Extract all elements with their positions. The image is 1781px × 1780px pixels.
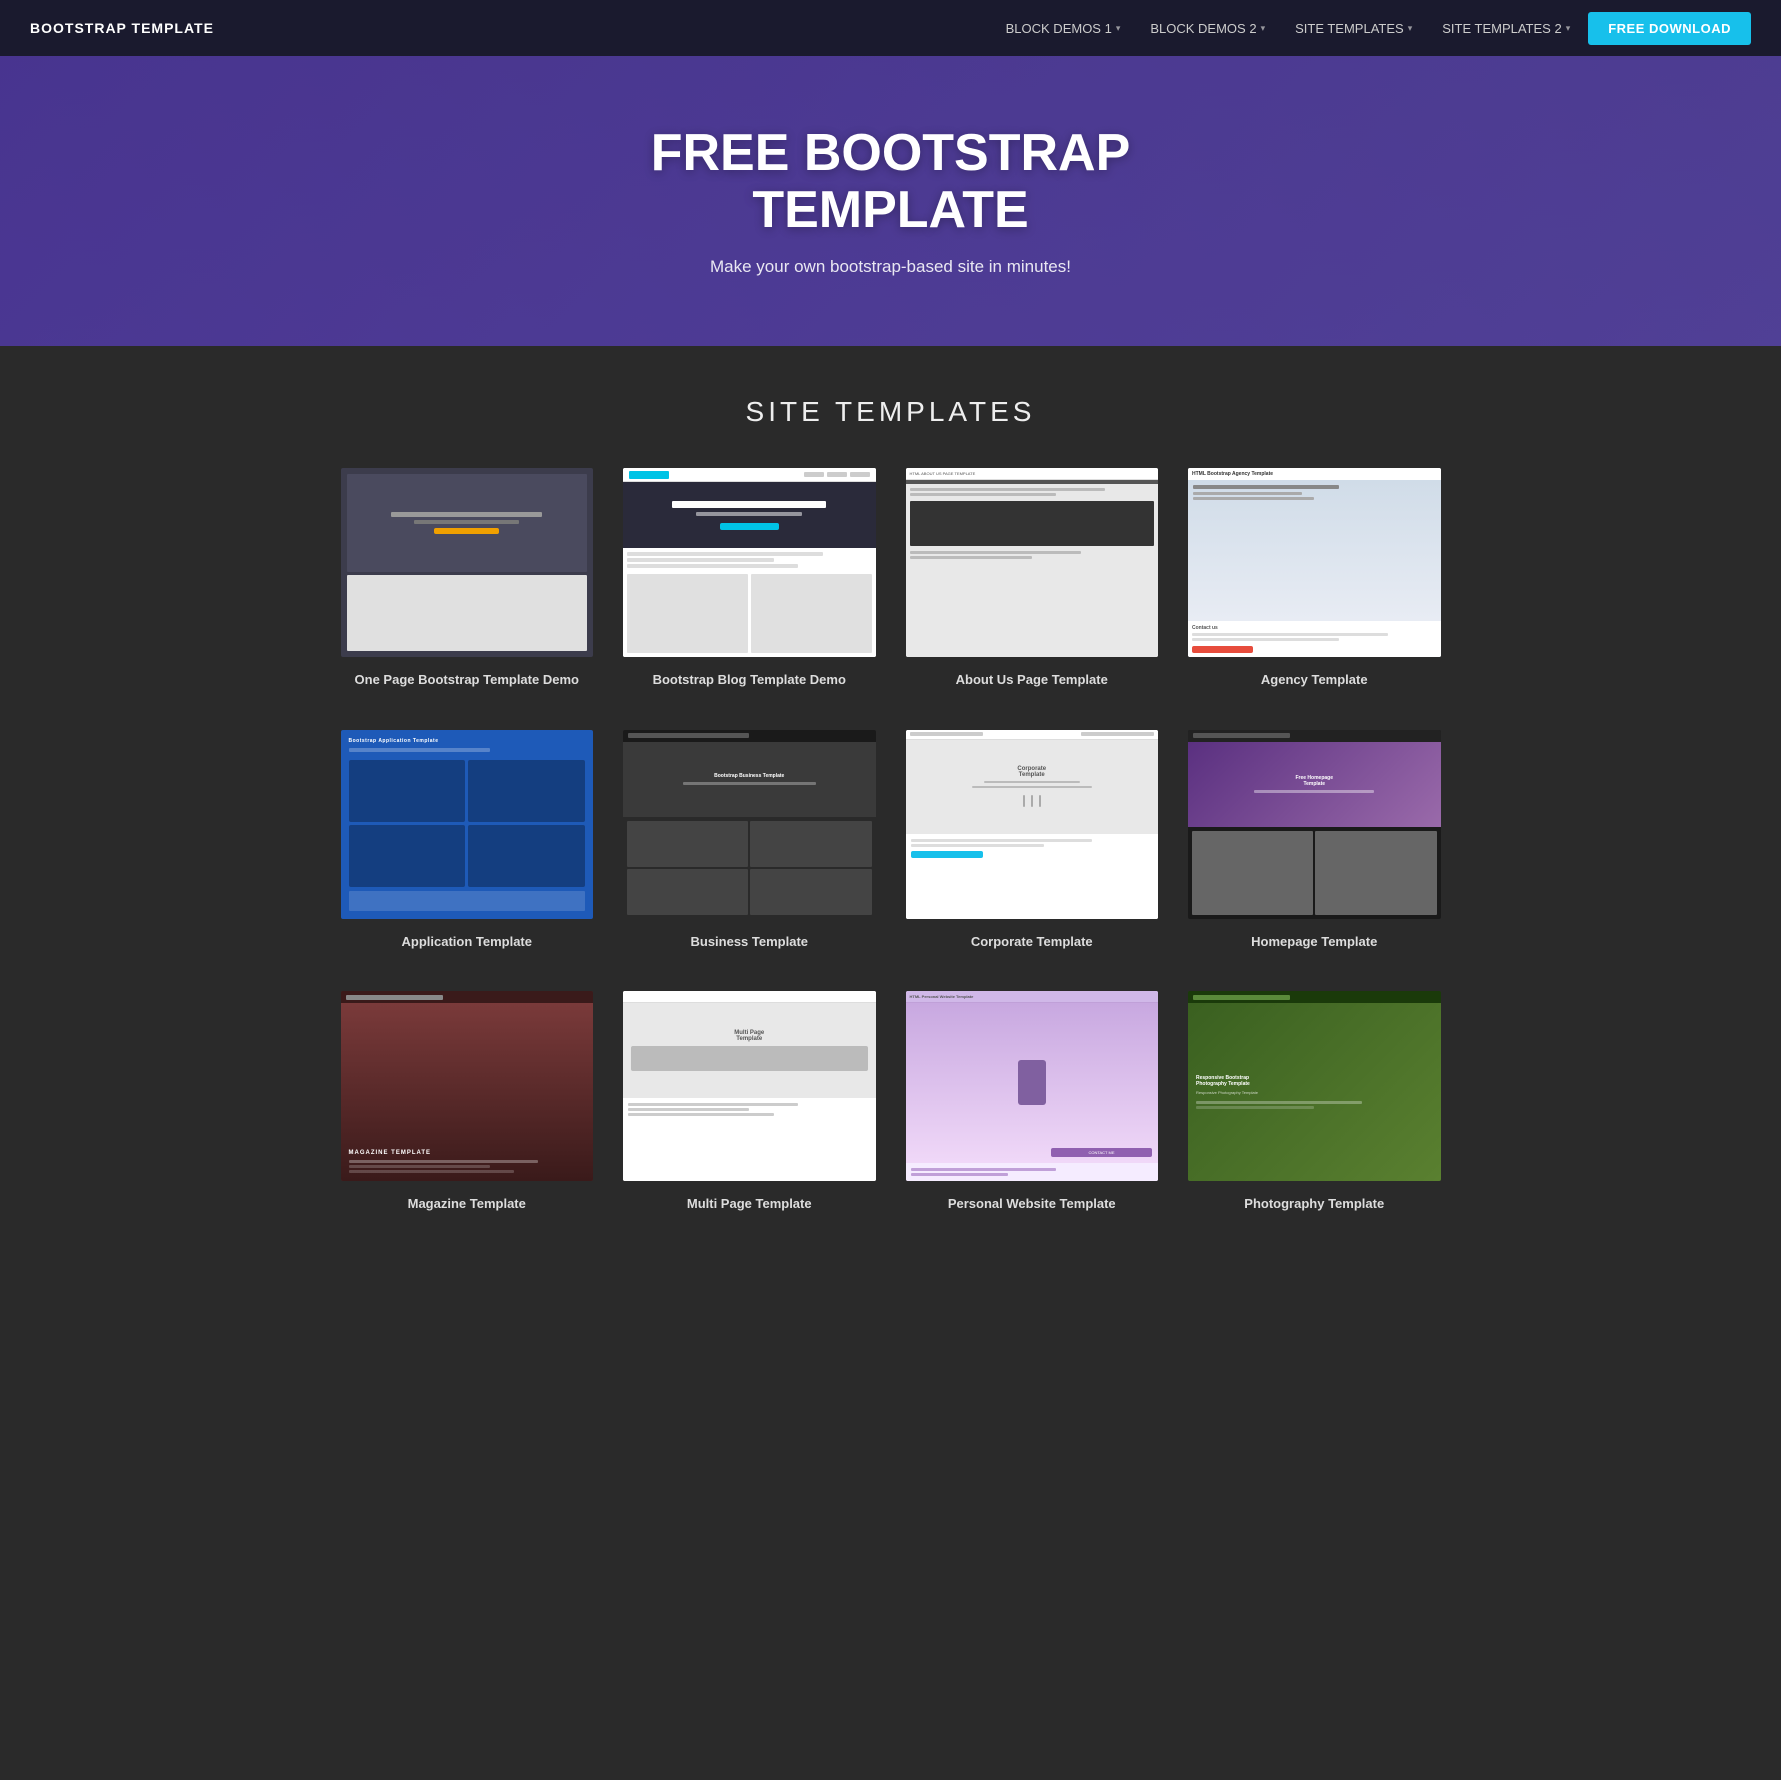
template-label-agency: Agency Template [1261,671,1368,689]
nav-block-demos-2[interactable]: BLOCK DEMOS 2 ▾ [1138,13,1277,44]
brand-logo[interactable]: BOOTSTRAP TEMPLATE [30,20,214,36]
section-title: SITE TEMPLATES [20,396,1761,428]
templates-grid-row1: One Page Bootstrap Template Demo [341,468,1441,690]
template-card-photography[interactable]: Responsive BootstrapPhotography Template… [1188,991,1441,1213]
template-card-magazine[interactable]: MAGAZINE TEMPLATE Magazine Template [341,991,594,1213]
template-thumb-multipage: Multi PageTemplate [623,991,876,1180]
template-label-homepage: Homepage Template [1251,933,1377,951]
template-label-magazine: Magazine Template [408,1195,526,1213]
template-thumb-photography: Responsive BootstrapPhotography Template… [1188,991,1441,1180]
template-thumb-agency: HTML Bootstrap Agency Template Contact u… [1188,468,1441,657]
template-thumb-corporate: CorporateTemplate [906,730,1159,919]
template-card-corporate[interactable]: CorporateTemplate [906,730,1159,952]
template-thumb-blog [623,468,876,657]
template-label-business: Business Template [690,933,808,951]
template-label-personal: Personal Website Template [948,1195,1116,1213]
template-thumb-application: Bootstrap Application Template [341,730,594,919]
templates-grid-row2: Bootstrap Application Template Applicati… [341,730,1441,952]
hero-subtitle: Make your own bootstrap-based site in mi… [566,257,1216,277]
template-label-corporate: Corporate Template [971,933,1093,951]
nav-site-templates-2[interactable]: SITE TEMPLATES 2 ▾ [1430,13,1582,44]
navbar: BOOTSTRAP TEMPLATE BLOCK DEMOS 1 ▾ BLOCK… [0,0,1781,56]
free-download-button[interactable]: FREE DOWNLOAD [1588,12,1751,45]
template-label-photography: Photography Template [1244,1195,1384,1213]
template-thumb-about: HTML ABOUT US PAGE TEMPLATE [906,468,1159,657]
dropdown-caret-3: ▾ [1408,23,1413,34]
templates-grid-row3: MAGAZINE TEMPLATE Magazine Template Mult… [341,991,1441,1213]
template-label-blog: Bootstrap Blog Template Demo [653,671,846,689]
template-card-application[interactable]: Bootstrap Application Template Applicati… [341,730,594,952]
template-thumb-homepage: Free HomepageTemplate [1188,730,1441,919]
dropdown-caret-1: ▾ [1116,23,1121,34]
template-thumb-magazine: MAGAZINE TEMPLATE [341,991,594,1180]
template-card-homepage[interactable]: Free HomepageTemplate Homepage Template [1188,730,1441,952]
dropdown-caret-2: ▾ [1261,23,1266,34]
template-label-application: Application Template [402,933,533,951]
nav-site-templates[interactable]: SITE TEMPLATES ▾ [1283,13,1424,44]
template-thumb-personal: HTML Personal Website Template CONTACT M… [906,991,1159,1180]
template-card-multipage[interactable]: Multi PageTemplate Multi Page Template [623,991,876,1213]
template-card-one-page[interactable]: One Page Bootstrap Template Demo [341,468,594,690]
template-card-agency[interactable]: HTML Bootstrap Agency Template Contact u… [1188,468,1441,690]
hero-title: FREE BOOTSTRAP TEMPLATE [566,125,1216,239]
main-content: SITE TEMPLATES One Page Bootstrap Templa… [0,346,1781,1313]
template-label-one-page: One Page Bootstrap Template Demo [355,671,579,689]
nav-menu: BLOCK DEMOS 1 ▾ BLOCK DEMOS 2 ▾ SITE TEM… [994,12,1751,45]
template-label-about: About Us Page Template [956,671,1108,689]
nav-block-demos-1[interactable]: BLOCK DEMOS 1 ▾ [994,13,1133,44]
template-card-business[interactable]: Bootstrap Business Template Business Tem… [623,730,876,952]
template-thumb-one-page [341,468,594,657]
hero-section: FREE BOOTSTRAP TEMPLATE Make your own bo… [0,56,1781,346]
template-card-personal[interactable]: HTML Personal Website Template CONTACT M… [906,991,1159,1213]
dropdown-caret-4: ▾ [1566,23,1571,34]
template-card-blog[interactable]: Bootstrap Blog Template Demo [623,468,876,690]
hero-content: FREE BOOTSTRAP TEMPLATE Make your own bo… [566,125,1216,277]
template-thumb-business: Bootstrap Business Template [623,730,876,919]
template-label-multipage: Multi Page Template [687,1195,812,1213]
template-card-about[interactable]: HTML ABOUT US PAGE TEMPLATE About Us Pag… [906,468,1159,690]
